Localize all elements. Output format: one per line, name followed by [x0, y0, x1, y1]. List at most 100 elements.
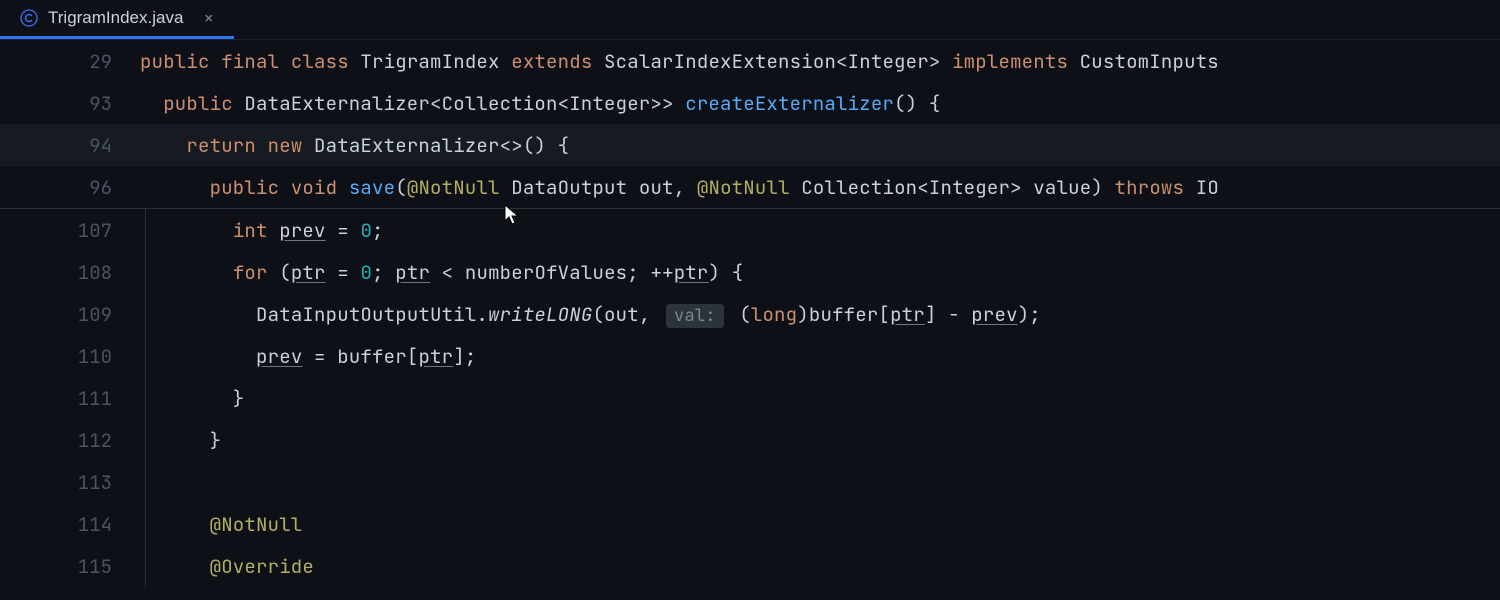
token: (: [728, 302, 751, 327]
token: ;: [372, 218, 384, 243]
code-content[interactable]: int prev = 0;: [140, 218, 384, 243]
line-number[interactable]: 109: [0, 302, 140, 327]
line-number[interactable]: 112: [0, 428, 140, 453]
token: createExternalizer: [685, 91, 894, 116]
token: prev: [256, 344, 302, 369]
token: @NotNull: [697, 175, 801, 200]
code-content[interactable]: DataInputOutputUtil.writeLONG(out, val: …: [140, 302, 1041, 327]
code-content[interactable]: @Override: [140, 554, 314, 579]
token: prev: [971, 302, 1017, 327]
code-content[interactable]: public final class TrigramIndex extends …: [140, 49, 1219, 74]
token: ScalarIndexExtension<Integer>: [604, 49, 952, 74]
code-line[interactable]: 112 }: [0, 419, 1500, 461]
code-content[interactable]: for (ptr = 0; ptr < numberOfValues; ++pt…: [140, 260, 743, 285]
token: TrigramIndex: [360, 49, 511, 74]
token: out: [639, 175, 674, 200]
token: void: [291, 175, 349, 200]
token: @NotNull: [407, 175, 511, 200]
code-content[interactable]: prev = buffer[ptr];: [140, 344, 476, 369]
token: save: [349, 175, 395, 200]
code-line[interactable]: 107 int prev = 0;: [0, 209, 1500, 251]
token: @Override: [210, 554, 314, 579]
code-line[interactable]: 114 @NotNull: [0, 503, 1500, 545]
token: ptr: [674, 260, 709, 285]
token: )buffer[: [797, 302, 890, 327]
token: public: [210, 175, 291, 200]
token: ;: [372, 260, 395, 285]
token: writeLONG: [488, 302, 592, 327]
code-line[interactable]: 94 return new DataExternalizer<>() {: [0, 124, 1500, 166]
token: Collection<Integer>: [801, 175, 1033, 200]
sticky-header: 29public final class TrigramIndex extend…: [0, 40, 1500, 209]
code-line[interactable]: 96 public void save(@NotNull DataOutput …: [0, 166, 1500, 208]
inlay-hint[interactable]: val:: [666, 304, 724, 328]
token: ) {: [709, 260, 744, 285]
token: value: [1033, 175, 1091, 200]
token: [140, 512, 210, 537]
line-number[interactable]: 110: [0, 344, 140, 369]
token: DataOutput: [511, 175, 639, 200]
token: ptr: [890, 302, 925, 327]
line-number[interactable]: 29: [0, 49, 140, 74]
code-line[interactable]: 110 prev = buffer[ptr];: [0, 335, 1500, 377]
token: < numberOfValues; ++: [430, 260, 674, 285]
line-number[interactable]: 96: [0, 175, 140, 200]
line-number[interactable]: 115: [0, 554, 140, 579]
line-number[interactable]: 111: [0, 386, 140, 411]
line-number[interactable]: 93: [0, 91, 140, 116]
code-content[interactable]: @NotNull: [140, 512, 302, 537]
line-number[interactable]: 107: [0, 218, 140, 243]
token: ];: [453, 344, 476, 369]
token: (out,: [592, 302, 662, 327]
code-editor[interactable]: 29public final class TrigramIndex extend…: [0, 40, 1500, 600]
code-body[interactable]: 107 int prev = 0;108 for (ptr = 0; ptr <…: [0, 209, 1500, 587]
token: [140, 133, 186, 158]
tab-trigram-index[interactable]: TrigramIndex.java ×: [0, 0, 234, 39]
token: public: [140, 49, 221, 74]
code-line[interactable]: 109 DataInputOutputUtil.writeLONG(out, v…: [0, 293, 1500, 335]
line-number[interactable]: 114: [0, 512, 140, 537]
token: CustomInputs: [1080, 49, 1219, 74]
close-icon[interactable]: ×: [199, 7, 218, 30]
token: final: [221, 49, 291, 74]
code-content[interactable]: }: [140, 428, 221, 453]
line-number[interactable]: 108: [0, 260, 140, 285]
token: for: [233, 260, 279, 285]
code-content[interactable]: return new DataExternalizer<>() {: [140, 133, 569, 158]
code-content[interactable]: public DataExternalizer<Collection<Integ…: [140, 91, 940, 116]
code-line[interactable]: 108 for (ptr = 0; ptr < numberOfValues; …: [0, 251, 1500, 293]
code-line[interactable]: 29public final class TrigramIndex extend…: [0, 40, 1500, 82]
token: (: [279, 260, 291, 285]
line-number[interactable]: 94: [0, 133, 140, 158]
token: = buffer[: [302, 344, 418, 369]
code-line[interactable]: 93 public DataExternalizer<Collection<In…: [0, 82, 1500, 124]
token: IO: [1196, 175, 1219, 200]
token: int: [233, 218, 279, 243]
token: DataExternalizer<Collection<Integer>>: [244, 91, 685, 116]
token: =: [326, 260, 361, 285]
token: );: [1018, 302, 1041, 327]
tab-label: TrigramIndex.java: [48, 8, 183, 28]
code-line[interactable]: 111 }: [0, 377, 1500, 419]
token: long: [751, 302, 797, 327]
code-line[interactable]: 115 @Override: [0, 545, 1500, 587]
token: 0: [360, 218, 372, 243]
token: }: [140, 386, 244, 411]
indent-guide: [145, 209, 146, 587]
java-class-icon: [20, 9, 38, 27]
token: @NotNull: [210, 512, 303, 537]
token: [140, 554, 210, 579]
token: class: [291, 49, 361, 74]
line-number[interactable]: 113: [0, 470, 140, 495]
token: prev: [279, 218, 325, 243]
code-content[interactable]: public void save(@NotNull DataOutput out…: [140, 175, 1219, 200]
token: public: [163, 91, 244, 116]
token: DataInputOutputUtil.: [256, 302, 488, 327]
token: =: [326, 218, 361, 243]
token: [140, 260, 233, 285]
code-content[interactable]: }: [140, 386, 244, 411]
token: throws: [1115, 175, 1196, 200]
token: ,: [674, 175, 697, 200]
token: ptr: [395, 260, 430, 285]
code-line[interactable]: 113: [0, 461, 1500, 503]
